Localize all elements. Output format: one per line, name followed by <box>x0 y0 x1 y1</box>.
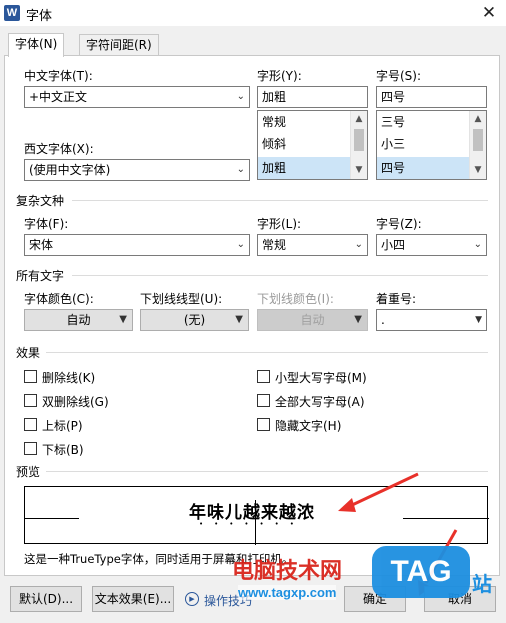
watermark-tag-logo: TAG <box>372 546 470 598</box>
annotation-arrows <box>338 472 458 596</box>
tab-font[interactable]: 字体(N) <box>8 33 65 57</box>
play-icon[interactable]: ▶ <box>185 592 199 606</box>
text-effects-button[interactable]: 文本效果(E)... <box>92 586 174 612</box>
default-button[interactable]: 默认(D)... <box>10 586 82 612</box>
annotation-arrow-line <box>349 472 419 508</box>
watermark-logo-suffix: 站 <box>472 572 492 596</box>
watermark-site-name: 电脑技术网 <box>232 559 343 584</box>
watermark-url: www.tagxp.com <box>238 585 337 600</box>
annotation-arrowhead <box>338 498 356 512</box>
